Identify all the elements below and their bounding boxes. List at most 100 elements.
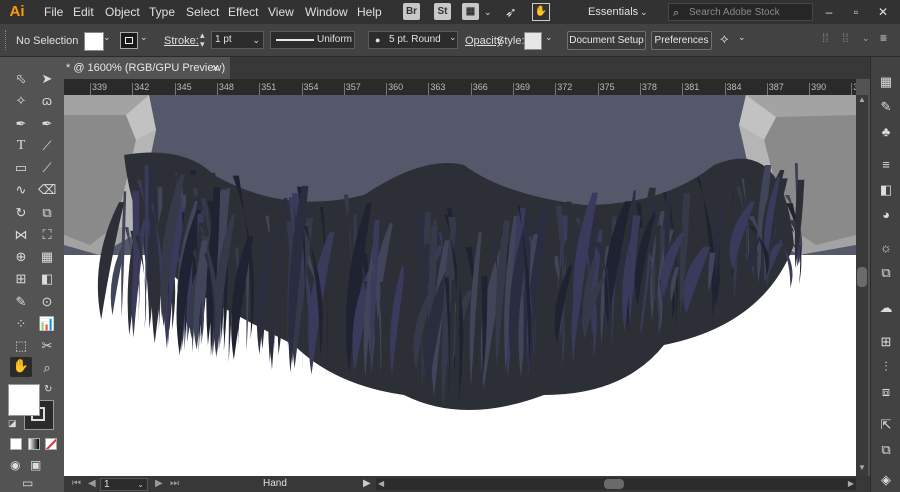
stroke-swatch[interactable] bbox=[120, 32, 138, 49]
selection-tool-icon[interactable]: ⬁ bbox=[12, 70, 30, 88]
chevron-down-icon[interactable]: ⌄ bbox=[103, 32, 111, 43]
shape-builder-tool-icon[interactable]: ⊕ bbox=[12, 248, 30, 266]
screen-mode-icon[interactable]: ▣ bbox=[30, 458, 41, 472]
chevron-down-icon[interactable]: ⌄ bbox=[738, 32, 746, 43]
color-panel-icon[interactable]: ▦ bbox=[876, 72, 896, 92]
first-artboard-icon[interactable]: ⏮ bbox=[72, 476, 81, 492]
perspective-grid-tool-icon[interactable]: ▦ bbox=[38, 248, 56, 266]
type-tool-icon[interactable]: T bbox=[12, 137, 30, 155]
menu-object[interactable]: Object bbox=[105, 0, 140, 24]
menu-select[interactable]: Select bbox=[186, 0, 219, 24]
preferences-button[interactable]: Preferences bbox=[651, 31, 712, 50]
artboard-number-field[interactable]: 1 ⌄ bbox=[100, 478, 148, 491]
layers-panel-icon[interactable]: ◈ bbox=[876, 470, 896, 490]
free-transform-tool-icon[interactable]: ⛶ bbox=[38, 226, 56, 244]
select-similar-icon[interactable]: ⟡ bbox=[720, 31, 729, 47]
shaper-tool-icon[interactable]: ∿ bbox=[12, 181, 30, 199]
export-panel-icon[interactable]: ⇱ bbox=[876, 415, 896, 435]
eraser-tool-icon[interactable]: ⌫ bbox=[38, 181, 56, 199]
variable-width-profile[interactable]: Uniform bbox=[270, 31, 355, 49]
scroll-up-icon[interactable]: ▲ bbox=[858, 95, 866, 104]
search-stock-input[interactable]: ⌕ Search Adobe Stock bbox=[668, 3, 813, 21]
panel-menu-icon[interactable]: ≡ bbox=[880, 31, 887, 45]
minimize-button[interactable]: – bbox=[818, 3, 840, 21]
maximize-button[interactable]: ▫ bbox=[845, 3, 867, 21]
curvature-tool-icon[interactable]: ✒ bbox=[38, 115, 56, 133]
align-panel-icon[interactable]: ⫶ bbox=[876, 357, 896, 377]
close-tab-icon[interactable]: × bbox=[212, 57, 219, 79]
paintbrush-tool-icon[interactable]: ⟋ bbox=[38, 159, 56, 177]
touch-workspace-icon[interactable]: ✋ bbox=[532, 3, 550, 21]
pathfinder-panel-icon[interactable]: ⧈ bbox=[876, 382, 896, 402]
chevron-down-icon[interactable]: ⌄ bbox=[449, 32, 457, 43]
vertical-scrollbar[interactable]: ▲ ▼ bbox=[856, 95, 868, 476]
scroll-right-icon[interactable]: ▶ bbox=[848, 478, 854, 490]
artboard-tool-icon[interactable]: ⬚ bbox=[12, 337, 30, 355]
transparency-panel-icon[interactable]: ◕ bbox=[876, 205, 896, 225]
last-artboard-icon[interactable]: ⏭ bbox=[170, 476, 179, 492]
stroke-weight-field[interactable]: 1 pt ⌄ bbox=[211, 31, 264, 49]
line-segment-tool-icon[interactable]: ⟋ bbox=[38, 137, 56, 155]
horizontal-scrollbar[interactable]: ◀ ▶ bbox=[376, 478, 856, 490]
menu-window[interactable]: Window bbox=[305, 0, 348, 24]
mesh-tool-icon[interactable]: ⊞ bbox=[12, 270, 30, 288]
horizontal-scroll-thumb[interactable] bbox=[604, 479, 624, 489]
change-screen-mode-icon[interactable]: ▭ bbox=[22, 476, 33, 490]
stroke-stepper[interactable]: ▴ ▾ bbox=[200, 31, 205, 49]
default-colors-icon[interactable]: ◪ bbox=[8, 418, 17, 429]
document-tab[interactable]: * @ 1600% (RGB/GPU Preview) × bbox=[64, 57, 230, 79]
gradient-mode-icon[interactable] bbox=[28, 438, 40, 450]
chevron-down-icon[interactable]: ⌄ bbox=[545, 32, 553, 43]
menu-edit[interactable]: Edit bbox=[73, 0, 94, 24]
color-mode-icon[interactable] bbox=[10, 438, 22, 450]
status-menu-icon[interactable]: ▶ bbox=[363, 476, 371, 492]
scroll-down-icon[interactable]: ▼ bbox=[858, 463, 866, 472]
width-tool-icon[interactable]: ⋈ bbox=[12, 226, 30, 244]
distribute-icon[interactable]: ⁞⁞ bbox=[842, 31, 849, 45]
stroke-label[interactable]: Stroke: bbox=[164, 33, 199, 49]
graphic-style-swatch[interactable] bbox=[524, 32, 542, 50]
column-graph-tool-icon[interactable]: 📊 bbox=[38, 315, 56, 333]
close-window-button[interactable]: ✕ bbox=[872, 3, 894, 21]
transform-panel-icon[interactable]: ⊞ bbox=[876, 332, 896, 352]
arrange-documents-icon[interactable]: ▦ bbox=[462, 3, 479, 20]
menu-effect[interactable]: Effect bbox=[228, 0, 258, 24]
menu-type[interactable]: Type bbox=[149, 0, 175, 24]
symbols-panel-icon[interactable]: ♣ bbox=[876, 122, 896, 142]
cc-libraries-panel-icon[interactable]: ☁ bbox=[876, 298, 896, 318]
control-bar-grip[interactable] bbox=[5, 30, 8, 50]
brush-definition[interactable]: ● 5 pt. Round bbox=[368, 31, 458, 49]
direct-selection-tool-icon[interactable]: ➤ bbox=[38, 70, 56, 88]
gradient-panel-icon[interactable]: ◧ bbox=[876, 180, 896, 200]
chevron-down-icon[interactable]: ⌄ bbox=[140, 32, 148, 43]
stroke-panel-icon[interactable]: ≡ bbox=[876, 155, 896, 175]
rotate-tool-icon[interactable]: ↻ bbox=[12, 204, 30, 222]
artboard-canvas[interactable] bbox=[64, 95, 856, 476]
blend-tool-icon[interactable]: ⊙ bbox=[38, 293, 56, 311]
align-icon[interactable]: ⁞⁞ bbox=[822, 31, 829, 45]
stock-icon[interactable]: St bbox=[434, 3, 451, 20]
gpu-performance-icon[interactable]: ➶ bbox=[505, 3, 517, 21]
fill-swatch[interactable] bbox=[84, 32, 104, 51]
chevron-down-icon[interactable]: ⌄ bbox=[484, 3, 492, 21]
draw-normal-icon[interactable]: ◉ bbox=[10, 458, 20, 472]
appearance-panel-icon[interactable]: ☼ bbox=[876, 238, 896, 258]
gradient-tool-icon[interactable]: ◧ bbox=[38, 270, 56, 288]
scale-tool-icon[interactable]: ⧉ bbox=[38, 204, 56, 222]
chevron-down-icon[interactable]: ⌄ bbox=[862, 33, 870, 44]
artboards-panel-icon[interactable]: ⧉ bbox=[876, 440, 896, 460]
menu-help[interactable]: Help bbox=[357, 0, 382, 24]
magic-wand-tool-icon[interactable]: ✧ bbox=[12, 92, 30, 110]
swap-colors-icon[interactable]: ↻ bbox=[44, 384, 52, 395]
document-setup-button[interactable]: Document Setup bbox=[567, 31, 646, 50]
menu-file[interactable]: File bbox=[44, 0, 63, 24]
previous-artboard-icon[interactable]: ◀ bbox=[88, 476, 96, 492]
next-artboard-icon[interactable]: ▶ bbox=[155, 476, 163, 492]
rectangle-tool-icon[interactable]: ▭ bbox=[12, 159, 30, 177]
chevron-down-icon[interactable]: ⌄ bbox=[640, 3, 648, 21]
hand-tool-icon[interactable]: ✋ bbox=[10, 357, 32, 377]
scroll-thumb[interactable] bbox=[857, 267, 867, 287]
menu-view[interactable]: View bbox=[268, 0, 294, 24]
graphic-styles-panel-icon[interactable]: ⧉ bbox=[876, 263, 896, 283]
zoom-tool-icon[interactable]: ⌕ bbox=[38, 359, 56, 377]
